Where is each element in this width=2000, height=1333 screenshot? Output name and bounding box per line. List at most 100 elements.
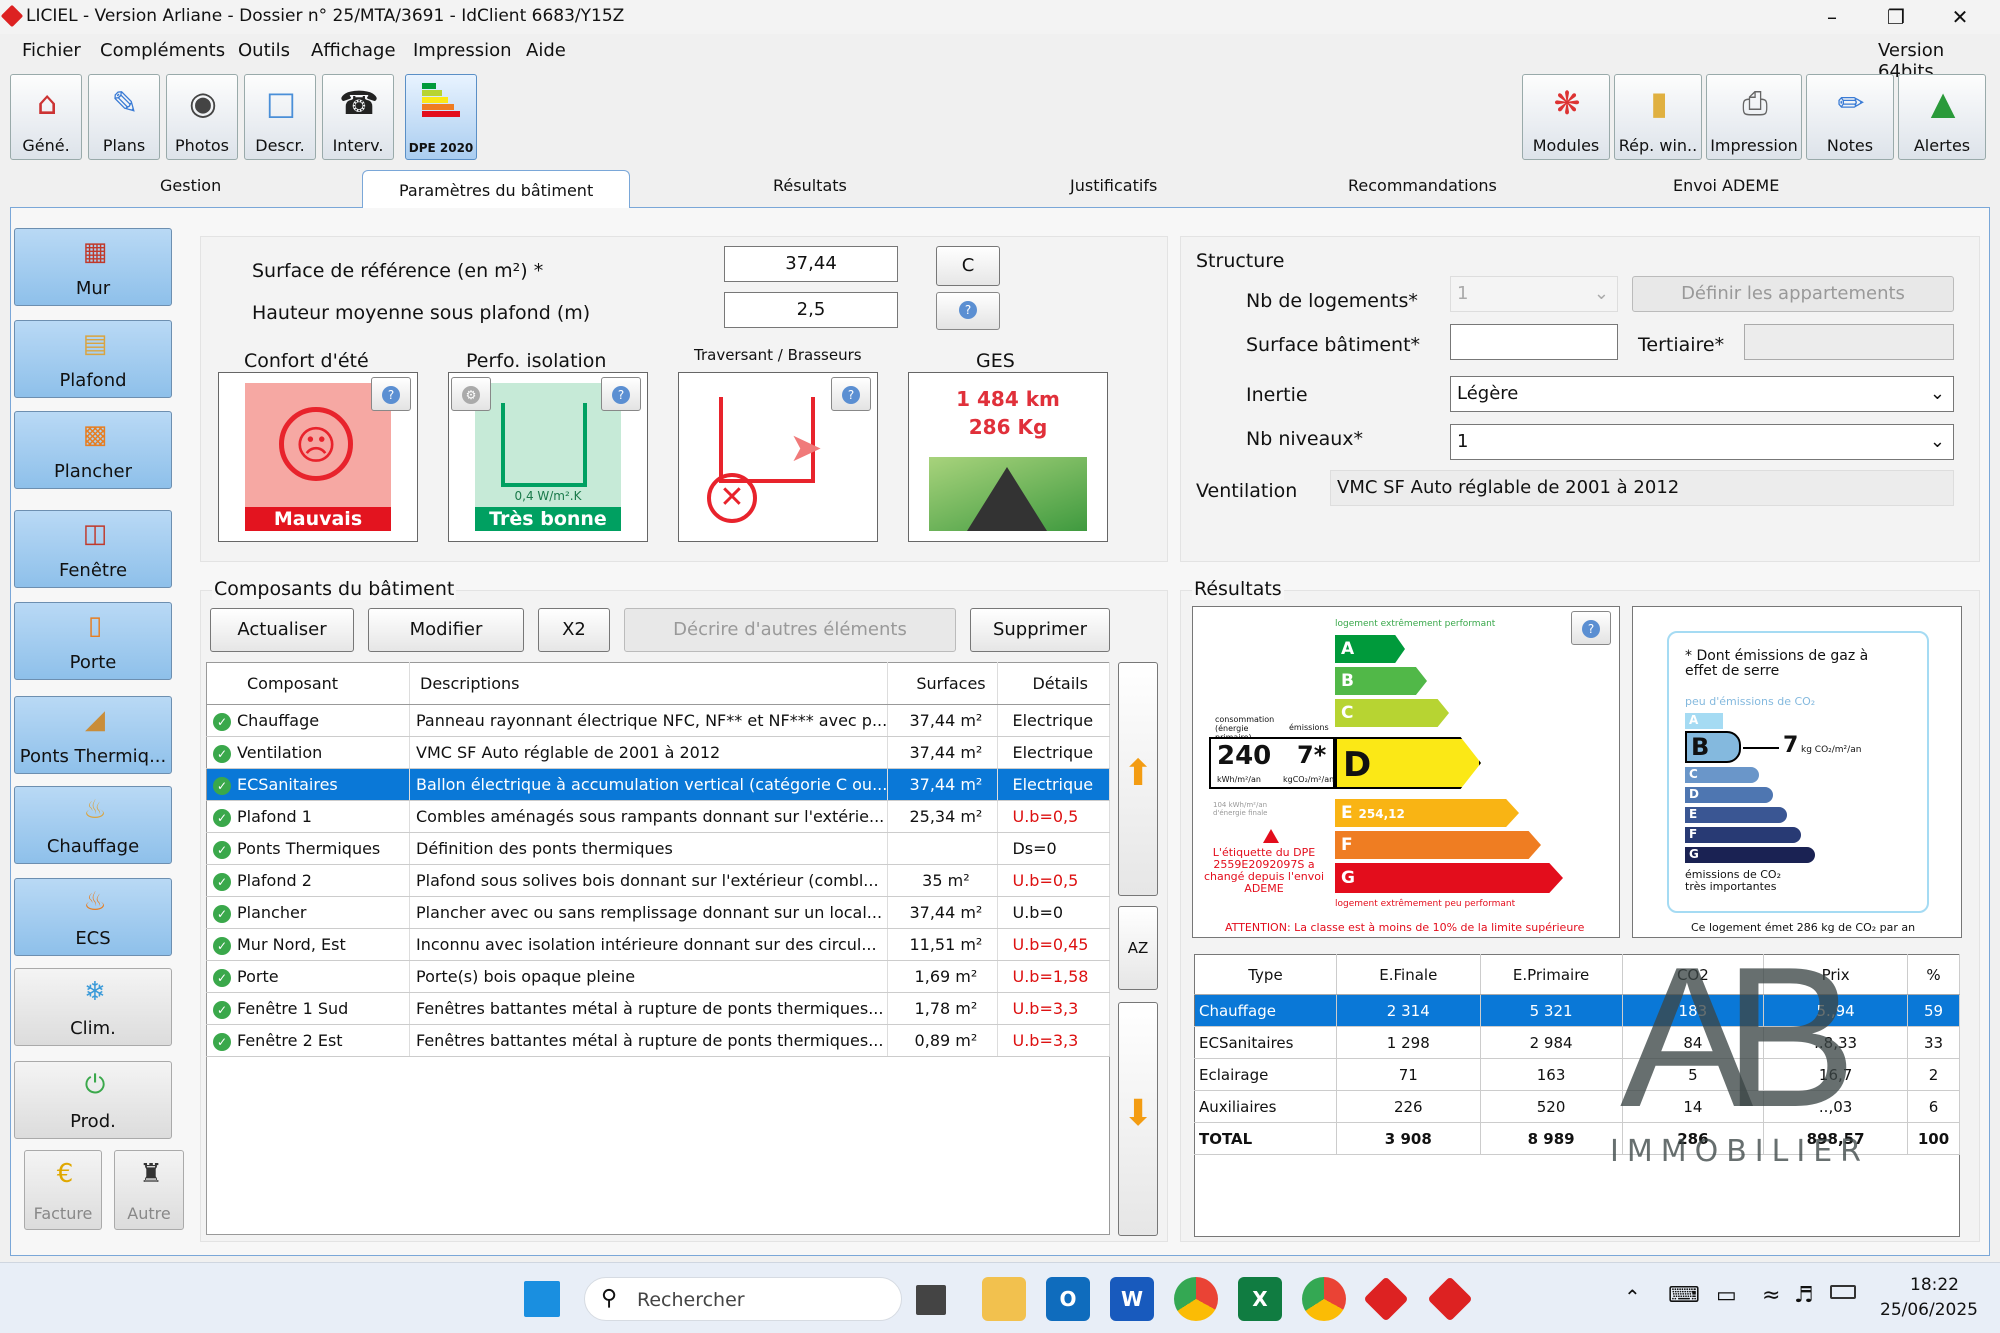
surface-batiment-input[interactable] <box>1450 324 1618 360</box>
sort-az-button[interactable]: AZ <box>1118 906 1158 990</box>
toolbar-alertes-button[interactable]: ▲ Alertes <box>1898 74 1986 160</box>
tab-envoi-ademe[interactable]: Envoi ADEME <box>1673 176 1779 195</box>
sidebar-facture-button[interactable]: € Facture <box>24 1150 102 1230</box>
menu-fichier[interactable]: Fichier <box>22 40 81 61</box>
c-button[interactable]: C <box>936 246 1000 286</box>
sidebar-porte-button[interactable]: ▯ Porte <box>14 602 172 680</box>
clock-time[interactable]: 18:22 <box>1910 1275 1959 1295</box>
col-descriptions[interactable]: Descriptions <box>409 662 889 705</box>
clock-date[interactable]: 25/06/2025 <box>1880 1300 1978 1320</box>
minimize-button[interactable]: – <box>1804 0 1860 34</box>
wifi-icon[interactable]: ≈ <box>1762 1283 1780 1308</box>
menu-outils[interactable]: Outils <box>238 40 290 61</box>
toolbar-dpe-button[interactable]: DPE 2020 <box>405 74 477 160</box>
perfo-help-button[interactable]: ? <box>601 377 641 411</box>
inertie-select[interactable]: Légère ⌄ <box>1450 376 1954 412</box>
file-explorer-icon[interactable] <box>982 1277 1026 1321</box>
decrire-autres-button[interactable]: Décrire d'autres éléments <box>624 608 956 652</box>
chevron-up-icon[interactable]: ⌃ <box>1624 1285 1641 1309</box>
traversant-help-button[interactable]: ? <box>831 377 871 411</box>
move-up-button[interactable]: ⬆ <box>1118 662 1158 896</box>
windows-start-icon[interactable] <box>524 1281 560 1317</box>
traversant-card[interactable]: ➤ ✕ ? <box>678 372 878 542</box>
supprimer-button[interactable]: Supprimer <box>970 608 1110 652</box>
table-row[interactable]: ✓ Porte Porte(s) bois opaque pleine 1,69 m²… <box>206 960 1110 993</box>
perfo-settings-button[interactable]: ⚙ <box>451 377 491 411</box>
table-row[interactable]: ✓ Fenêtre 2 Est Fenêtres battantes métal à… <box>206 1024 1110 1057</box>
tab-gestion[interactable]: Gestion <box>160 176 221 195</box>
task-view-icon[interactable] <box>916 1285 946 1315</box>
close-button[interactable]: ✕ <box>1932 0 1988 34</box>
battery-icon[interactable] <box>1830 1285 1856 1299</box>
tab-recommandations[interactable]: Recommandations <box>1348 176 1497 195</box>
col-details[interactable]: Détails <box>997 662 1110 705</box>
definir-appartements-button[interactable]: Définir les appartements <box>1632 276 1954 312</box>
table-row[interactable]: TOTAL 3 908 8 989 286 898,57 100 <box>1194 1122 1960 1155</box>
table-row[interactable]: ✓ Plafond 1 Combles aménagés sous rampants… <box>206 800 1110 833</box>
actualiser-button[interactable]: Actualiser <box>210 608 354 652</box>
sidebar-ecs-button[interactable]: ♨ ECS <box>14 878 172 956</box>
surface-reference-input[interactable]: 37,44 <box>724 246 898 282</box>
toolbar-impression-button[interactable]: ⎙ Impression <box>1706 74 1802 160</box>
toolbar-modules-button[interactable]: ❋ Modules <box>1522 74 1610 160</box>
table-row[interactable]: Chauffage 2 314 5 321 183 5.,94 59 <box>1194 994 1960 1027</box>
table-row[interactable]: ✓ ECSanitaires Ballon électrique à accumul… <box>206 768 1110 801</box>
nb-niveaux-select[interactable]: 1 ⌄ <box>1450 424 1954 460</box>
liciel-icon[interactable] <box>1363 1276 1409 1322</box>
sidebar-ponts-thermiques-button[interactable]: ◢ Ponts Thermiq... <box>14 696 172 774</box>
maximize-button[interactable]: ❐ <box>1868 0 1924 34</box>
liciel-active-icon[interactable] <box>1427 1276 1473 1322</box>
menu-impression[interactable]: Impression <box>413 40 512 61</box>
table-row[interactable]: ✓ Fenêtre 1 Sud Fenêtres battantes métal à… <box>206 992 1110 1025</box>
tertiaire-input[interactable] <box>1744 324 1954 360</box>
outlook-icon[interactable]: O <box>1046 1277 1090 1321</box>
toolbar-photos-button[interactable]: ◉ Photos <box>166 74 238 160</box>
modifier-button[interactable]: Modifier <box>368 608 524 652</box>
table-row[interactable]: ✓ Mur Nord, Est Inconnu avec isolation int… <box>206 928 1110 961</box>
excel-icon[interactable]: X <box>1238 1277 1282 1321</box>
volume-icon[interactable]: ♬ <box>1794 1283 1814 1308</box>
sidebar-chauffage-button[interactable]: ♨ Chauffage <box>14 786 172 864</box>
sidebar-clim-button[interactable]: ❄ Clim. <box>14 968 172 1046</box>
col-composant[interactable]: Composant <box>206 662 410 705</box>
menu-affichage[interactable]: Affichage <box>311 40 396 61</box>
hauteur-help-button[interactable]: ? <box>936 292 1000 330</box>
chrome-icon[interactable] <box>1174 1277 1218 1321</box>
move-down-button[interactable]: ⬇ <box>1118 1002 1158 1236</box>
tab-justificatifs[interactable]: Justificatifs <box>1070 176 1157 195</box>
x2-button[interactable]: X2 <box>538 608 610 652</box>
toolbar-plans-button[interactable]: ✎ Plans <box>88 74 160 160</box>
toolbar-notes-button[interactable]: ✏ Notes <box>1806 74 1894 160</box>
col-surfaces[interactable]: Surfaces <box>887 662 999 705</box>
table-row[interactable]: Eclairage 71 163 5 16,7 2 <box>1194 1058 1960 1091</box>
keyboard-icon[interactable]: ⌨ <box>1668 1283 1700 1308</box>
toolbar-gene-button[interactable]: ⌂ Géné. <box>10 74 82 160</box>
table-row[interactable]: ✓ Ventilation VMC SF Auto réglable de 2001… <box>206 736 1110 769</box>
taskbar-search[interactable]: ⚲ Rechercher <box>584 1277 902 1321</box>
menu-aide[interactable]: Aide <box>526 40 566 61</box>
sidebar-autre-button[interactable]: ♜ Autre <box>114 1150 184 1230</box>
dpe-help-button[interactable]: ? <box>1571 611 1611 645</box>
perfo-isolation-card[interactable]: 0,4 W/m².K Très bonne ⚙ ? <box>448 372 648 542</box>
sidebar-mur-button[interactable]: ▦ Mur <box>14 228 172 306</box>
table-row[interactable]: ✓ Plafond 2 Plafond sous solives bois donn… <box>206 864 1110 897</box>
hauteur-input[interactable]: 2,5 <box>724 292 898 328</box>
menu-complements[interactable]: Compléments <box>100 40 225 61</box>
sidebar-prod-button[interactable]: ⏻ Prod. <box>14 1061 172 1139</box>
sidebar-plafond-button[interactable]: ▤ Plafond <box>14 320 172 398</box>
toolbar-rep-win-button[interactable]: ▮ Rép. win.. <box>1614 74 1702 160</box>
confort-help-button[interactable]: ? <box>371 377 411 411</box>
toolbar-descr-button[interactable]: □ Descr. <box>244 74 316 160</box>
nb-logements-select[interactable]: 1 ⌄ <box>1450 276 1618 312</box>
table-row[interactable]: ECSanitaires 1 298 2 984 84 ..8,33 33 <box>1194 1026 1960 1059</box>
table-row[interactable]: ✓ Plancher Plancher avec ou sans remplissa… <box>206 896 1110 929</box>
chrome-profile-icon[interactable] <box>1302 1277 1346 1321</box>
tab-parametres-batiment[interactable]: Paramètres du bâtiment <box>362 170 631 208</box>
sidebar-plancher-button[interactable]: ▩ Plancher <box>14 411 172 489</box>
sidebar-fenetre-button[interactable]: ◫ Fenêtre <box>14 510 172 588</box>
table-row[interactable]: ✓ Ponts Thermiques Définition des ponts th… <box>206 832 1110 865</box>
confort-ete-card[interactable]: ☹ Mauvais ? <box>218 372 418 542</box>
tab-resultats[interactable]: Résultats <box>773 176 847 195</box>
toolbar-interv-button[interactable]: ☎ Interv. <box>322 74 394 160</box>
table-row[interactable]: ✓ Chauffage Panneau rayonnant électrique N… <box>206 704 1110 737</box>
